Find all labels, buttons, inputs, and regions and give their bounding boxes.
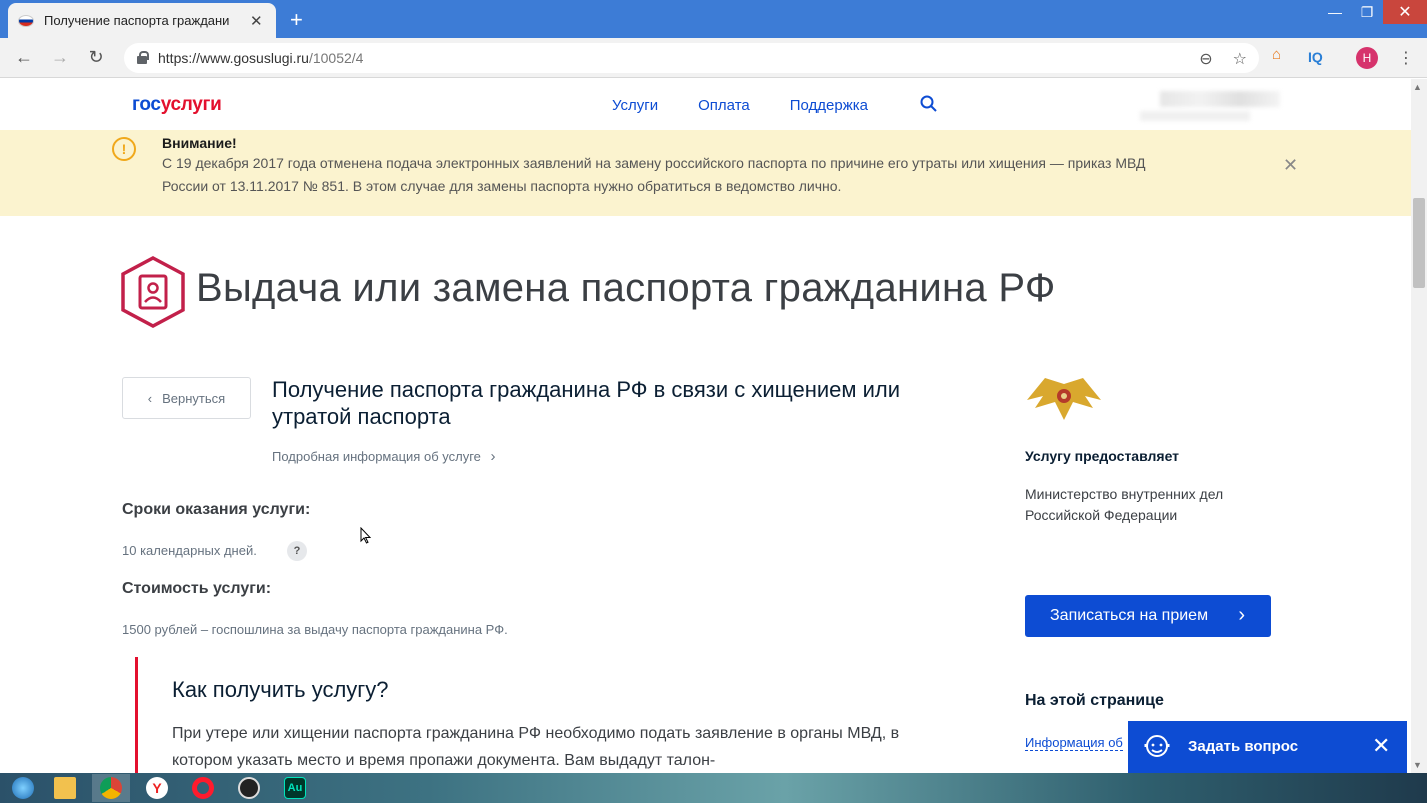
minimize-icon[interactable]: —	[1319, 0, 1351, 24]
window-close-icon[interactable]: ✕	[1383, 0, 1427, 24]
mvd-emblem-icon	[1027, 378, 1101, 420]
scrollbar-thumb[interactable]	[1413, 198, 1425, 288]
howto-heading: Как получить услугу?	[172, 677, 389, 702]
passport-icon	[121, 256, 185, 328]
on-this-page-link[interactable]: Информация об	[1025, 735, 1123, 751]
flag-icon	[18, 14, 34, 27]
maximize-icon[interactable]: ❐	[1351, 0, 1383, 24]
obs-icon[interactable]	[230, 774, 268, 802]
make-appointment-button[interactable]: Записаться на прием ›	[1025, 595, 1271, 637]
nav-payment[interactable]: Оплата	[698, 97, 750, 114]
bookmark-star-icon[interactable]: ☆	[1233, 49, 1247, 69]
ask-question-label: Задать вопрос	[1188, 738, 1299, 755]
provider-heading: Услугу предоставляет	[1025, 448, 1180, 464]
start-button[interactable]	[4, 774, 42, 802]
cost-value: 1500 рублей – госпошлина за выдачу паспо…	[122, 622, 508, 637]
url-host: https://www.gosuslugi.ru	[158, 50, 309, 66]
audition-icon[interactable]: Au	[276, 774, 314, 802]
help-icon[interactable]: ?	[287, 541, 307, 561]
page-scrollbar[interactable]	[1411, 79, 1427, 773]
site-header: госуслуги Услуги Оплата Поддержка	[0, 79, 1411, 130]
nav-services[interactable]: Услуги	[612, 97, 658, 114]
iq-extension-icon[interactable]: IQ	[1308, 49, 1323, 65]
terms-value: 10 календарных дней.	[122, 543, 257, 558]
chevron-right-icon: ›	[490, 448, 496, 465]
profile-avatar[interactable]: Н	[1356, 47, 1378, 69]
lock-icon	[136, 51, 149, 65]
section-accent-bar	[135, 657, 138, 777]
cost-heading: Стоимость услуги:	[122, 580, 272, 597]
new-tab-button[interactable]: +	[290, 7, 303, 33]
blurred-user-name	[1160, 91, 1280, 107]
chevron-left-icon: ‹	[147, 390, 153, 406]
browser-tab[interactable]: Получение паспорта граждани ✕	[8, 3, 276, 38]
warning-icon: !	[112, 137, 136, 161]
ask-question-widget[interactable]: Задать вопрос ✕	[1128, 721, 1407, 773]
scroll-up-icon[interactable]: ▲	[1413, 82, 1422, 92]
reload-icon[interactable]: ↻	[78, 47, 114, 68]
url-path: /10052/4	[308, 50, 364, 66]
opera-icon[interactable]	[184, 774, 222, 802]
forward-arrow-icon[interactable]: →	[42, 47, 78, 68]
howto-text: При утере или хищении паспорта гражданин…	[172, 725, 900, 769]
browser-tab-bar: Получение паспорта граждани ✕ + — ❐ ✕	[0, 0, 1427, 38]
windows-taskbar: Y Au	[0, 773, 1427, 803]
warning-close-icon[interactable]: ✕	[1283, 155, 1298, 176]
search-icon[interactable]	[920, 95, 938, 113]
warning-title: Внимание!	[162, 135, 237, 151]
zoom-icon[interactable]: ⊖	[1199, 49, 1212, 69]
chevron-right-icon: ›	[1238, 604, 1245, 626]
on-this-page-heading: На этой странице	[1025, 692, 1164, 709]
warning-text: С 19 декабря 2017 года отменена подача э…	[162, 155, 1146, 194]
top-nav: Услуги Оплата Поддержка	[612, 97, 868, 114]
menu-dots-icon[interactable]: ⋮	[1398, 48, 1414, 68]
back-button[interactable]: ‹ Вернуться	[122, 377, 251, 419]
address-bar: ← → ↻ https://www.gosuslugi.ru/10052/4 ⊖…	[0, 38, 1427, 78]
ask-close-icon[interactable]: ✕	[1372, 733, 1390, 759]
terms-heading: Сроки оказания услуги:	[122, 501, 311, 518]
tab-close-icon[interactable]: ✕	[250, 12, 263, 30]
operator-headset-icon	[1144, 735, 1170, 757]
yandex-browser-icon[interactable]: Y	[138, 774, 176, 802]
window-controls: — ❐ ✕	[1319, 0, 1427, 26]
nav-support[interactable]: Поддержка	[790, 97, 868, 114]
more-info-link[interactable]: Подробная информация об услуге ›	[272, 448, 496, 465]
gosuslugi-logo[interactable]: госуслуги	[132, 94, 222, 116]
page-title: Выдача или замена паспорта гражданина РФ	[196, 266, 1056, 310]
back-arrow-icon[interactable]: ←	[6, 47, 42, 68]
mouse-cursor-icon	[360, 527, 372, 544]
home-extension-icon[interactable]: ⌂	[1272, 46, 1281, 63]
blurred-user-sub	[1140, 111, 1250, 121]
explorer-icon[interactable]	[46, 774, 84, 802]
url-input[interactable]: https://www.gosuslugi.ru/10052/4 ⊖ ☆	[124, 43, 1259, 73]
tab-title: Получение паспорта граждани	[44, 13, 230, 28]
provider-name: Министерство внутренних дел Российской Ф…	[1025, 486, 1224, 523]
chrome-icon[interactable]	[92, 774, 130, 802]
service-title: Получение паспорта гражданина РФ в связи…	[272, 377, 901, 429]
scroll-down-icon[interactable]: ▼	[1413, 760, 1422, 770]
